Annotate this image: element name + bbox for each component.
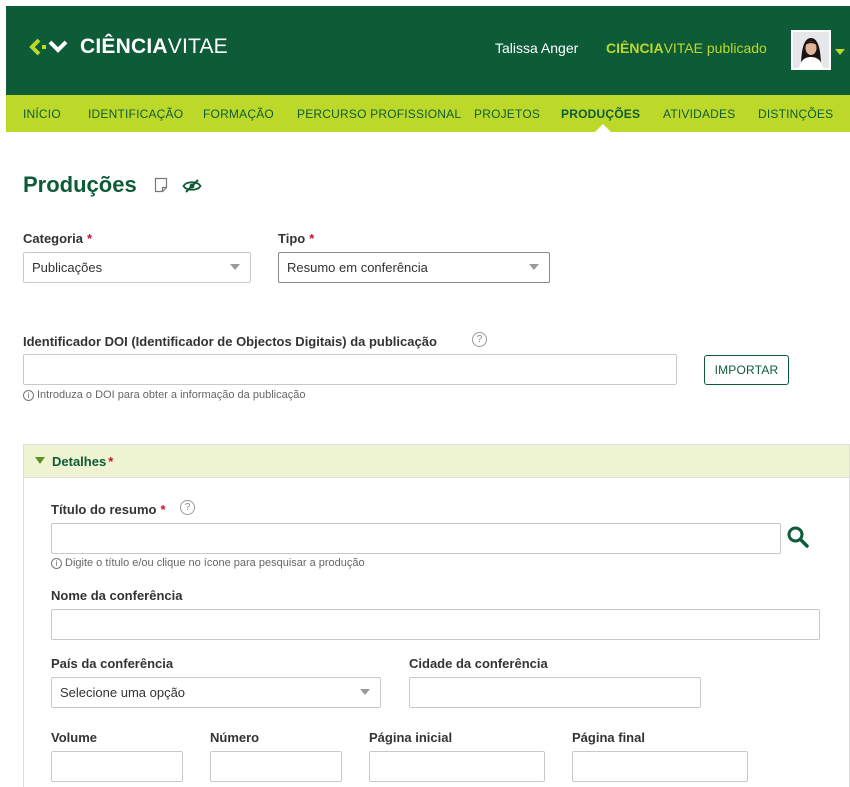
main-nav: INÍCIO IDENTIFICAÇÃO FORMAÇÃO PERCURSO P… [6,95,850,132]
nav-item-formacao[interactable]: FORMAÇÃO [203,107,274,121]
titulo-label-text: Título do resumo [51,502,157,517]
tipo-select[interactable]: Resumo em conferência [278,252,550,283]
published-rest: VITAE publicado [663,40,767,56]
pais-conferencia-select[interactable]: Selecione uma opção [51,677,381,708]
doi-hint-text: Introduza o DOI para obter a informação … [37,389,306,401]
pagina-inicial-input[interactable] [369,751,545,782]
avatar-photo [793,32,829,68]
avatar[interactable] [791,30,831,70]
nome-conferencia-input[interactable] [51,609,820,640]
titulo-input[interactable] [51,523,781,554]
logo-chevrons-icon [29,38,68,56]
user-menu-chevron-down-icon[interactable] [835,49,845,55]
categoria-label-text: Categoria [23,231,83,246]
active-nav-pointer [595,124,611,132]
required-marker: * [309,231,315,246]
cidade-conferencia-input[interactable] [409,677,701,708]
pagina-final-label: Página final [572,730,645,745]
numero-label: Número [210,730,260,745]
logo-text-bold: CIÊNCIA [80,35,168,58]
nav-item-distincoes[interactable]: DISTINÇÕES [758,107,833,121]
page-title: Produções [23,172,137,197]
info-icon: i [23,389,34,401]
pais-conferencia-label: País da conferência [51,656,174,671]
required-marker: * [108,454,114,469]
nome-conferencia-label: Nome da conferência [51,588,183,603]
tipo-label-text: Tipo [278,231,306,246]
doi-input[interactable] [23,354,677,385]
details-title: Detalhes * [52,454,113,469]
titulo-hint-text: Digite o título e/ou clique no ícone par… [65,557,365,569]
volume-label: Volume [51,730,97,745]
nav-item-percurso-profissional[interactable]: PERCURSO PROFISSIONAL [297,107,461,121]
collapse-triangle-icon [35,457,45,464]
doi-help-icon[interactable]: ? [472,332,487,347]
categoria-select-value: Publicações [32,260,103,275]
categoria-label: Categoria * [23,231,92,246]
cienciavitae-logo[interactable]: CIÊNCIA VITAE [28,35,228,59]
nav-item-producoes[interactable]: PRODUÇÕES [561,107,640,121]
doi-label: Identificador DOI (Identificador de Obje… [23,334,437,349]
user-name[interactable]: Talissa Anger [495,40,578,56]
numero-input[interactable] [210,751,342,782]
required-marker: * [86,231,93,246]
published-bold: CIÊNCIA [606,40,664,56]
import-button[interactable]: IMPORTAR [704,355,789,385]
details-panel-header[interactable]: Detalhes * [24,445,849,478]
cidade-conferencia-label: Cidade da conferência [409,656,548,671]
nav-item-projetos[interactable]: PROJETOS [474,107,540,121]
chevron-down-icon [360,689,370,695]
titulo-help-icon[interactable]: ? [180,500,195,515]
categoria-select[interactable]: Publicações [23,252,251,283]
pais-select-value: Selecione uma opção [60,685,186,700]
chevron-down-icon [529,264,539,270]
tipo-select-value: Resumo em conferência [287,260,428,275]
titulo-hint: i Digite o título e/ou clique no ícone pa… [51,557,365,569]
info-icon: i [51,557,62,569]
chevron-down-icon [230,264,240,270]
app-frame: CIÊNCIA VITAE Talissa Anger CIÊNCIAVITAE … [6,6,850,787]
tipo-label: Tipo * [278,231,314,246]
required-marker: * [160,502,166,517]
pagina-inicial-label: Página inicial [369,730,453,745]
nav-item-inicio[interactable]: INÍCIO [23,107,61,121]
visibility-off-icon[interactable] [182,179,202,193]
nav-item-atividades[interactable]: ATIVIDADES [663,107,735,121]
published-link[interactable]: CIÊNCIAVITAE publicado [606,40,767,56]
volume-input[interactable] [51,751,183,782]
top-header: CIÊNCIA VITAE Talissa Anger CIÊNCIAVITAE … [6,6,850,95]
doi-hint: i Introduza o DOI para obter a informação… [23,389,305,401]
nav-item-identificacao[interactable]: IDENTIFICAÇÃO [88,107,183,121]
logo-text-light: VITAE [167,35,228,58]
search-icon[interactable] [786,525,810,549]
document-icon[interactable] [154,177,168,193]
details-title-text: Detalhes [52,454,107,469]
titulo-label: Título do resumo * [51,502,166,517]
pagina-final-input[interactable] [572,751,748,782]
